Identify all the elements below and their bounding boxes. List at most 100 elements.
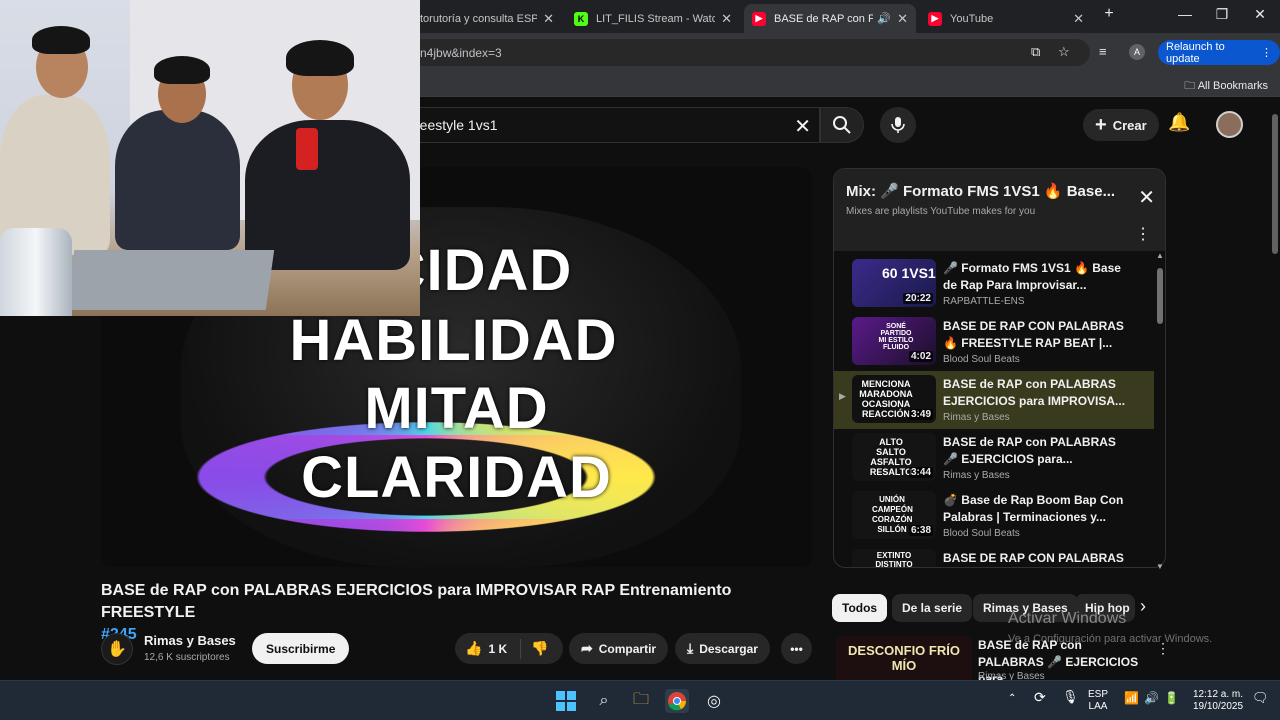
chevron-right-icon[interactable]: ›: [1140, 596, 1146, 617]
voice-search-button[interactable]: [880, 107, 916, 143]
chevron-up-icon[interactable]: ⌃: [1008, 693, 1016, 705]
create-button[interactable]: + Crear: [1083, 109, 1159, 141]
profile-avatar[interactable]: A: [1129, 44, 1145, 60]
all-bookmarks[interactable]: 🗀 All Bookmarks: [1184, 77, 1268, 96]
maximize-button[interactable]: ❐: [1207, 6, 1237, 23]
download-button[interactable]: ⤓ Descargar: [675, 633, 770, 664]
page-scrollbar[interactable]: [1270, 100, 1280, 680]
download-label: Descargar: [699, 641, 758, 656]
search-button[interactable]: [820, 107, 864, 143]
playlist-thumbnail: UNIÓN CAMPEÓN CORAZÓN SILLÓN 6:38: [852, 491, 936, 539]
water-bottle: [0, 228, 72, 316]
language-indicator[interactable]: ESP LAA: [1088, 689, 1108, 713]
playlist-scroll-thumb[interactable]: [1157, 268, 1163, 324]
more-actions-button[interactable]: •••: [781, 633, 812, 664]
start-logo: [556, 691, 576, 711]
video-title-text: BASE de RAP con PALABRAS EJERCICIOS para…: [101, 582, 732, 621]
playlist-item-title: BASE de RAP con PALABRAS EJERCICIOS para…: [943, 377, 1126, 408]
microphone-icon: [891, 117, 905, 133]
playlist-item[interactable]: SONÉ PARTIDO MI ESTILO FLUIDO 4:02 BASE D…: [834, 313, 1154, 371]
tab-2[interactable]: K LIT_FILIS Stream - Watch Li ✕: [566, 4, 740, 33]
sync-icon[interactable]: ⟳: [1034, 690, 1046, 704]
chip-todos[interactable]: Todos: [832, 594, 888, 622]
url-field[interactable]: n4jbw&index=3: [410, 39, 1090, 66]
app-icon[interactable]: ◎: [702, 689, 726, 713]
close-icon[interactable]: ✕: [1073, 11, 1084, 27]
kick-icon: K: [574, 11, 588, 26]
notifications-icon[interactable]: 🗨: [1252, 691, 1269, 704]
folder-icon: 🗀: [1184, 80, 1198, 92]
relaunch-button[interactable]: Relaunch to update ⋮: [1158, 40, 1280, 65]
share-button[interactable]: ➦ Compartir: [569, 633, 669, 664]
relaunch-label: Relaunch to update: [1166, 40, 1225, 65]
tab-title: LIT_FILIS Stream - Watch Li: [596, 12, 716, 25]
page-scroll-thumb[interactable]: [1272, 114, 1278, 254]
search-icon[interactable]: ⌕: [592, 689, 616, 713]
microphone-icon[interactable]: 🎙: [1062, 690, 1079, 703]
scroll-up-icon[interactable]: ▲: [1156, 251, 1164, 260]
close-window-button[interactable]: ✕: [1245, 6, 1275, 23]
activate-windows-hint: Ve a Configuración para activar Windows.: [1008, 633, 1213, 645]
playlist-thumbnail: SONÉ PARTIDO MI ESTILO FLUIDO 4:02: [852, 317, 936, 365]
playlist-item[interactable]: EXTINTO DISTINTO BASE DE RAP CON PALABRA…: [834, 545, 1154, 567]
recommendation-thumbnail[interactable]: DESCONFIO FRÍO MÍO: [836, 636, 972, 684]
playlist-item-title: 💣 Base de Rap Boom Bap Con Palabras | Te…: [943, 493, 1124, 524]
channel-name[interactable]: Rimas y Bases: [144, 633, 236, 648]
clear-icon[interactable]: ✕: [794, 114, 811, 139]
tab-3-active[interactable]: ▶ BASE de RAP con PALA 🔊 ✕: [744, 4, 916, 33]
playlist-item[interactable]: UNIÓN CAMPEÓN CORAZÓN SILLÓN 6:38 💣 Base …: [834, 487, 1154, 545]
mix-subtitle: Mixes are playlists YouTube makes for yo…: [846, 206, 1036, 217]
user-avatar[interactable]: [1216, 111, 1243, 138]
playlist-item-current[interactable]: ▶ MENCIONA MARADONA OCASIONA REACCIÓN 3:4…: [834, 371, 1154, 429]
chip-de-la-serie[interactable]: De la serie: [892, 594, 973, 622]
windows-start-icon[interactable]: [554, 689, 578, 713]
duration-badge: 3:49: [908, 409, 933, 420]
mix-title[interactable]: Mix: 🎤 Formato FMS 1VS1 🔥 Base...: [846, 182, 1116, 200]
like-button[interactable]: 👍 1 K: [455, 638, 521, 659]
dislike-button[interactable]: 👎: [521, 640, 554, 657]
playlist-item-title: BASE DE RAP CON PALABRAS 🔥 FREESTYLE RAP…: [943, 319, 1124, 350]
close-icon[interactable]: ✕: [721, 11, 732, 27]
more-icon: ⋮: [1261, 47, 1272, 59]
close-icon[interactable]: ✕: [543, 11, 554, 27]
person-hair: [32, 26, 90, 54]
playlist-item-title: BASE de RAP con PALABRAS 🎤 EJERCICIOS pa…: [943, 435, 1116, 466]
mix-header: Mix: 🎤 Formato FMS 1VS1 🔥 Base... Mixes …: [834, 169, 1165, 251]
scroll-down-icon[interactable]: ▼: [1156, 562, 1164, 571]
clock[interactable]: 12:12 a. m. 19/10/2025: [1190, 689, 1246, 713]
star-icon[interactable]: ☆: [1058, 44, 1070, 60]
media-icon[interactable]: ≡: [1099, 44, 1107, 59]
tab-title: YouTube: [950, 12, 994, 25]
close-icon[interactable]: ✕: [1138, 185, 1155, 210]
download-icon: ⤓: [687, 640, 694, 656]
thumbnail-text: SONÉ PARTIDO MI ESTILO FLUIDO: [878, 323, 914, 351]
tab-1[interactable]: torutoría y consulta ESPINOZ ✕: [412, 4, 562, 33]
playlist-item[interactable]: ALTO SALTO ASFALTO RESALTO 3:44 BASE de R…: [834, 429, 1154, 487]
subscribe-button[interactable]: Suscribirme: [252, 633, 350, 664]
more-icon[interactable]: ⋮: [1135, 224, 1151, 244]
playlist-item-channel: Rimas y Bases: [943, 470, 1010, 481]
speaker-icon[interactable]: 🔊: [877, 12, 891, 25]
close-icon[interactable]: ✕: [897, 11, 908, 27]
tab-title: BASE de RAP con PALA: [774, 12, 874, 25]
channel-avatar[interactable]: ✋: [101, 633, 133, 665]
chrome-icon[interactable]: [665, 689, 689, 713]
windows-taskbar: ⌕ 🗀 ◎ ⌃ ⟳ 🎙 ESP LAA 📶 🔊 🔋 12:12 a. m. 19/1…: [0, 680, 1280, 720]
playlist-thumbnail: 60 1VS1 20:22: [852, 259, 936, 307]
battery-icon[interactable]: 🔋: [1164, 692, 1179, 704]
lang-layout: LAA: [1088, 701, 1108, 712]
playlist-item[interactable]: 60 1VS1 20:22 🎤 Formato FMS 1VS1 🔥 Base d…: [834, 255, 1154, 313]
share-label: Compartir: [598, 641, 657, 656]
volume-icon[interactable]: 🔊: [1144, 692, 1159, 704]
lang-code: ESP: [1088, 689, 1109, 700]
wifi-icon[interactable]: 📶: [1124, 692, 1139, 704]
file-explorer-icon[interactable]: 🗀: [629, 689, 653, 713]
more-icon: •••: [790, 641, 803, 656]
tab-4[interactable]: ▶ YouTube ✕: [920, 4, 1092, 33]
minimize-button[interactable]: —: [1170, 6, 1200, 22]
thumbs-down-icon: 👎: [531, 640, 549, 656]
search-input[interactable]: reestyle 1vs1 ✕: [400, 107, 820, 143]
new-tab-button[interactable]: +: [1094, 5, 1124, 23]
notifications-bell-icon[interactable]: 🔔: [1168, 112, 1190, 133]
install-icon[interactable]: ⧉: [1031, 44, 1040, 60]
